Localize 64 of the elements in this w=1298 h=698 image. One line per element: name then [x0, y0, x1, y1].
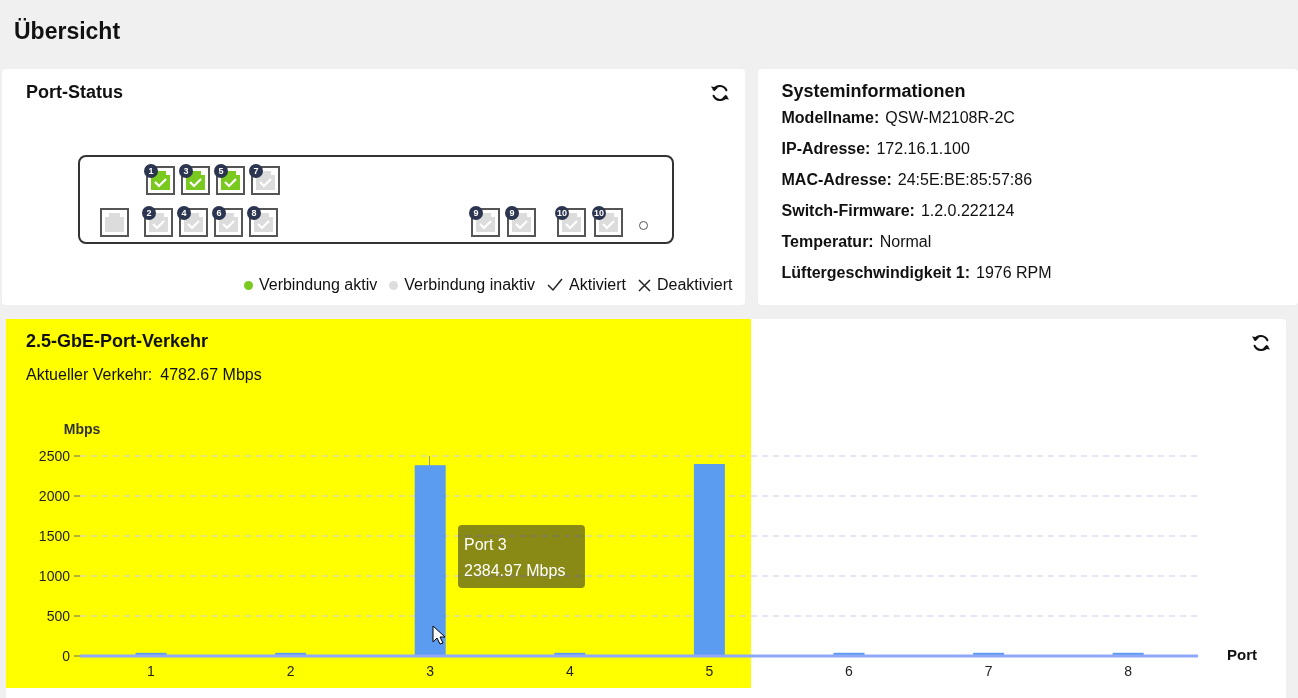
- port-number-badge: 9: [505, 205, 519, 220]
- info-label: MAC-Adresse:: [781, 170, 892, 189]
- tick-label: 7: [984, 663, 993, 679]
- traffic-value: 4782.67 Mbps: [160, 366, 262, 384]
- tick-label: 4: [565, 663, 574, 679]
- tick-label: 1000: [38, 568, 70, 584]
- tick-label: 1500: [38, 528, 70, 544]
- tick-label: 1: [147, 663, 155, 679]
- info-label: IP-Adresse:: [781, 139, 871, 158]
- port-number-badge: 7: [249, 163, 263, 178]
- tick-label: 5: [705, 663, 714, 679]
- port-number-badge: 2: [142, 205, 156, 220]
- tick-label: 500: [46, 608, 70, 624]
- info-value: 172.16.1.100: [876, 139, 970, 158]
- bar[interactable]: [1112, 652, 1144, 656]
- port-number-badge: 5: [214, 163, 228, 178]
- info-value: 24:5E:BE:85:57:86: [897, 170, 1033, 189]
- page-title: Übersicht: [13, 17, 122, 46]
- info-value: 1976 RPM: [976, 263, 1052, 282]
- bar[interactable]: [135, 652, 167, 656]
- port-number-badge: 8: [247, 205, 261, 220]
- port-number-badge: 6: [212, 205, 226, 220]
- port-number-badge: 1: [144, 163, 158, 178]
- bar[interactable]: [833, 652, 865, 656]
- info-label: Lüftergeschwindigkeit 1:: [781, 263, 970, 282]
- legend-label: Verbindung inaktiv: [404, 276, 536, 294]
- info-label: Modellname:: [781, 108, 880, 127]
- port-number-badge: 10: [555, 205, 569, 220]
- bar[interactable]: [973, 652, 1005, 656]
- info-value: 1.2.0.222124: [920, 201, 1015, 220]
- legend-label: Aktiviert: [569, 276, 626, 294]
- port-number-badge: 3: [179, 163, 193, 178]
- port-number-badge: 10: [592, 205, 606, 220]
- tooltip-value: 2384.97 Mbps: [464, 561, 567, 581]
- mouse-pointer-icon: [432, 625, 446, 645]
- port-number-badge: 4: [177, 205, 191, 220]
- tick-label: 3: [426, 663, 435, 679]
- card-title: Port-Status: [26, 82, 123, 103]
- close-icon: [637, 278, 651, 292]
- axis-title: Port: [1227, 646, 1257, 663]
- tick-label: 2: [286, 663, 295, 679]
- axis-title: Mbps: [63, 421, 101, 437]
- port-number-badge: 9: [469, 205, 483, 220]
- bar[interactable]: [554, 652, 586, 656]
- card-title: 2.5-GbE-Port-Verkehr: [26, 331, 209, 352]
- refresh-icon[interactable]: [1250, 332, 1272, 354]
- legend-label: Verbindung aktiv: [258, 276, 378, 294]
- info-label: Switch-Firmware:: [781, 201, 915, 220]
- info-label: Temperatur:: [781, 232, 874, 251]
- bar[interactable]: [275, 652, 307, 656]
- bar[interactable]: [414, 465, 446, 656]
- card-title: Systeminformationen: [781, 81, 966, 102]
- tick-label: 0: [62, 648, 70, 664]
- legend-label: Deaktiviert: [656, 276, 733, 294]
- tooltip-title: Port 3: [464, 535, 508, 555]
- info-value: QSW-M2108R-2C: [885, 108, 1015, 127]
- tick-label: 6: [845, 663, 853, 679]
- bar[interactable]: [693, 464, 725, 656]
- tick-label: 8: [1124, 663, 1133, 679]
- traffic-label: Aktueller Verkehr:: [26, 366, 153, 384]
- info-value: Normal: [879, 232, 932, 251]
- tick-label: 2500: [38, 448, 70, 464]
- check-icon: [547, 278, 564, 292]
- tick-label: 2000: [38, 488, 70, 504]
